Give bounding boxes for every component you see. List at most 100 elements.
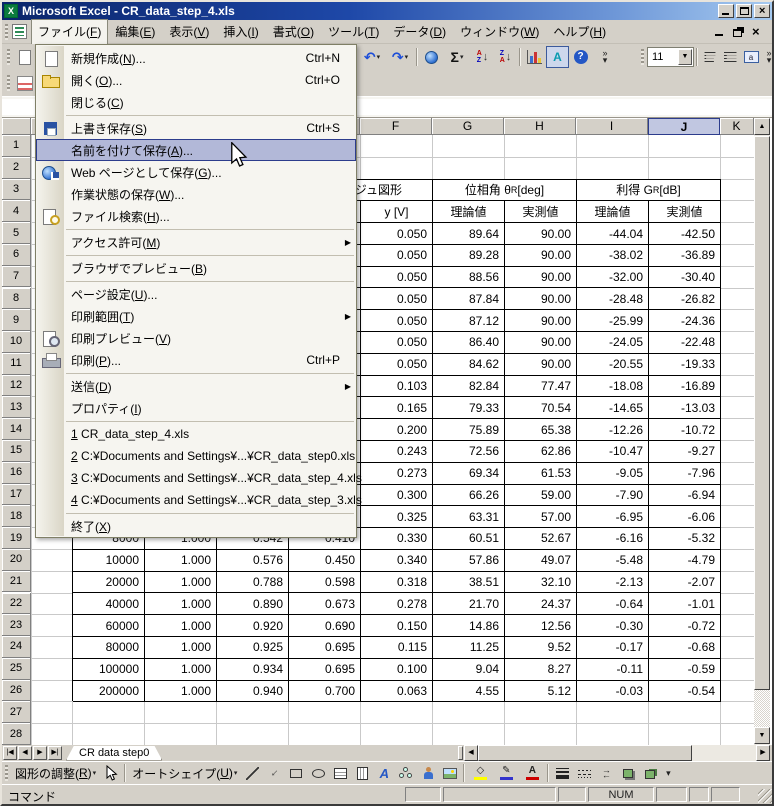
cell-H8[interactable]: 90.00	[505, 288, 577, 310]
cell-G14[interactable]: 75.89	[433, 419, 505, 441]
row-header-3[interactable]: 3	[2, 179, 31, 201]
cell-B21[interactable]: 20000	[73, 572, 145, 594]
cell-F23[interactable]: 0.150	[361, 615, 433, 637]
cell-H20[interactable]: 49.07	[505, 550, 577, 572]
workbook-minimize-button[interactable]	[715, 27, 723, 36]
vertical-text-box-button[interactable]	[351, 763, 373, 783]
cell-J17[interactable]: -6.94	[649, 485, 721, 507]
cell-G11[interactable]: 84.62	[433, 354, 505, 376]
wordart-button[interactable]: A	[373, 763, 395, 783]
cell-F13[interactable]: 0.165	[361, 397, 433, 419]
cell-J12[interactable]: -16.89	[649, 376, 721, 398]
cell-B26[interactable]: 200000	[73, 681, 145, 703]
cell-E24[interactable]: 0.695	[289, 637, 361, 659]
cell-H26[interactable]: 5.12	[505, 681, 577, 703]
maximize-button[interactable]	[736, 4, 752, 18]
cell-H5[interactable]: 90.00	[505, 223, 577, 245]
autosum-button[interactable]: Σ▾	[443, 46, 471, 68]
cell-J6[interactable]: -36.89	[649, 245, 721, 267]
undo-button[interactable]: ↶▾	[358, 46, 386, 68]
row-header-14[interactable]: 14	[2, 418, 31, 440]
cell-I26[interactable]: -0.03	[577, 681, 649, 703]
autoshapes-menu-button[interactable]: オートシェイプ(U) ▾	[128, 763, 241, 783]
cell-G25[interactable]: 9.04	[433, 659, 505, 681]
cell-C21[interactable]: 1.000	[145, 572, 217, 594]
cell-H12[interactable]: 77.47	[505, 376, 577, 398]
cell-J9[interactable]: -24.36	[649, 310, 721, 332]
cell-D24[interactable]: 0.925	[217, 637, 289, 659]
cell-E20[interactable]: 0.450	[289, 550, 361, 572]
font-size-combo[interactable]: 11▼	[647, 47, 694, 67]
cell-G26[interactable]: 4.55	[433, 681, 505, 703]
menu-item-save-as[interactable]: 名前を付けて保存(A)...	[36, 139, 356, 161]
cell-F17[interactable]: 0.300	[361, 485, 433, 507]
cell-J14[interactable]: -10.72	[649, 419, 721, 441]
minimize-button[interactable]	[718, 4, 734, 18]
cell-J10[interactable]: -22.48	[649, 332, 721, 354]
cell-I8[interactable]: -28.48	[577, 288, 649, 310]
cell-F26[interactable]: 0.063	[361, 681, 433, 703]
toolbar-grip[interactable]	[7, 75, 10, 91]
row-header-20[interactable]: 20	[2, 549, 31, 571]
cell-E25[interactable]: 0.695	[289, 659, 361, 681]
cell-G7[interactable]: 88.56	[433, 267, 505, 289]
window-resize-grip[interactable]	[758, 789, 772, 803]
arrow-style-button[interactable]: →←	[595, 763, 617, 783]
cell-F5[interactable]: 0.050	[361, 223, 433, 245]
cell-I14[interactable]: -12.26	[577, 419, 649, 441]
cell-F24[interactable]: 0.115	[361, 637, 433, 659]
cell-H11[interactable]: 90.00	[505, 354, 577, 376]
cell-G12[interactable]: 82.84	[433, 376, 505, 398]
cell-G10[interactable]: 86.40	[433, 332, 505, 354]
menubar-item-W[interactable]: ウィンドウ(W)	[453, 19, 546, 45]
cell-G13[interactable]: 79.33	[433, 397, 505, 419]
scroll-right-button[interactable]: ▶	[756, 745, 770, 761]
menu-item-page-setup[interactable]: ページ設定(U)...	[36, 283, 356, 305]
vertical-scrollbar-track[interactable]	[754, 690, 770, 727]
column-header-G[interactable]: G	[432, 118, 504, 135]
cell-J8[interactable]: -26.82	[649, 288, 721, 310]
row-header-11[interactable]: 11	[2, 353, 31, 375]
cell-D26[interactable]: 0.940	[217, 681, 289, 703]
cell-F22[interactable]: 0.278	[361, 593, 433, 615]
cell-I5[interactable]: -44.04	[577, 223, 649, 245]
menubar-item-T[interactable]: ツール(T)	[321, 19, 386, 45]
cell-F14[interactable]: 0.200	[361, 419, 433, 441]
cell-G23[interactable]: 14.86	[433, 615, 505, 637]
diagram-button[interactable]	[395, 763, 417, 783]
sort-descending-button[interactable]: ZA↓	[494, 46, 517, 68]
row-header-4[interactable]: 4	[2, 200, 31, 222]
cell-B20[interactable]: 10000	[73, 550, 145, 572]
cell-F10[interactable]: 0.050	[361, 332, 433, 354]
fill-color-button[interactable]: ◇	[467, 763, 493, 783]
formatting-button[interactable]	[13, 72, 36, 94]
cell-D20[interactable]: 0.576	[217, 550, 289, 572]
cell-G19[interactable]: 60.51	[433, 528, 505, 550]
scroll-down-button[interactable]: ▼	[754, 727, 770, 744]
cell-C22[interactable]: 1.000	[145, 593, 217, 615]
cell-H18[interactable]: 57.00	[505, 506, 577, 528]
drawing-toolbar-toggle-button[interactable]: A	[546, 46, 569, 68]
shadow-style-button[interactable]	[617, 763, 639, 783]
cell-I10[interactable]: -24.05	[577, 332, 649, 354]
cell-I21[interactable]: -2.13	[577, 572, 649, 594]
row-header-16[interactable]: 16	[2, 462, 31, 484]
text-box-button[interactable]	[329, 763, 351, 783]
cell-F20[interactable]: 0.340	[361, 550, 433, 572]
cell-F16[interactable]: 0.273	[361, 463, 433, 485]
cell-H14[interactable]: 65.38	[505, 419, 577, 441]
menu-item-save-as-web-page[interactable]: Web ページとして保存(G)...	[36, 161, 356, 183]
cell-I20[interactable]: -5.48	[577, 550, 649, 572]
sheet-tab[interactable]: CR data step0	[66, 746, 162, 761]
new-workbook-button[interactable]	[13, 46, 36, 68]
toolbar-options-button[interactable]: ▾	[661, 762, 675, 784]
close-button[interactable]: ×	[754, 4, 770, 18]
cell-C25[interactable]: 1.000	[145, 659, 217, 681]
cell-C26[interactable]: 1.000	[145, 681, 217, 703]
row-header-13[interactable]: 13	[2, 396, 31, 418]
toolbar-grip[interactable]	[5, 24, 8, 40]
menu-item-print[interactable]: 印刷(P)...Ctrl+P	[36, 349, 356, 371]
row-header-5[interactable]: 5	[2, 222, 31, 244]
cell-E23[interactable]: 0.690	[289, 615, 361, 637]
row-header-10[interactable]: 10	[2, 331, 31, 353]
